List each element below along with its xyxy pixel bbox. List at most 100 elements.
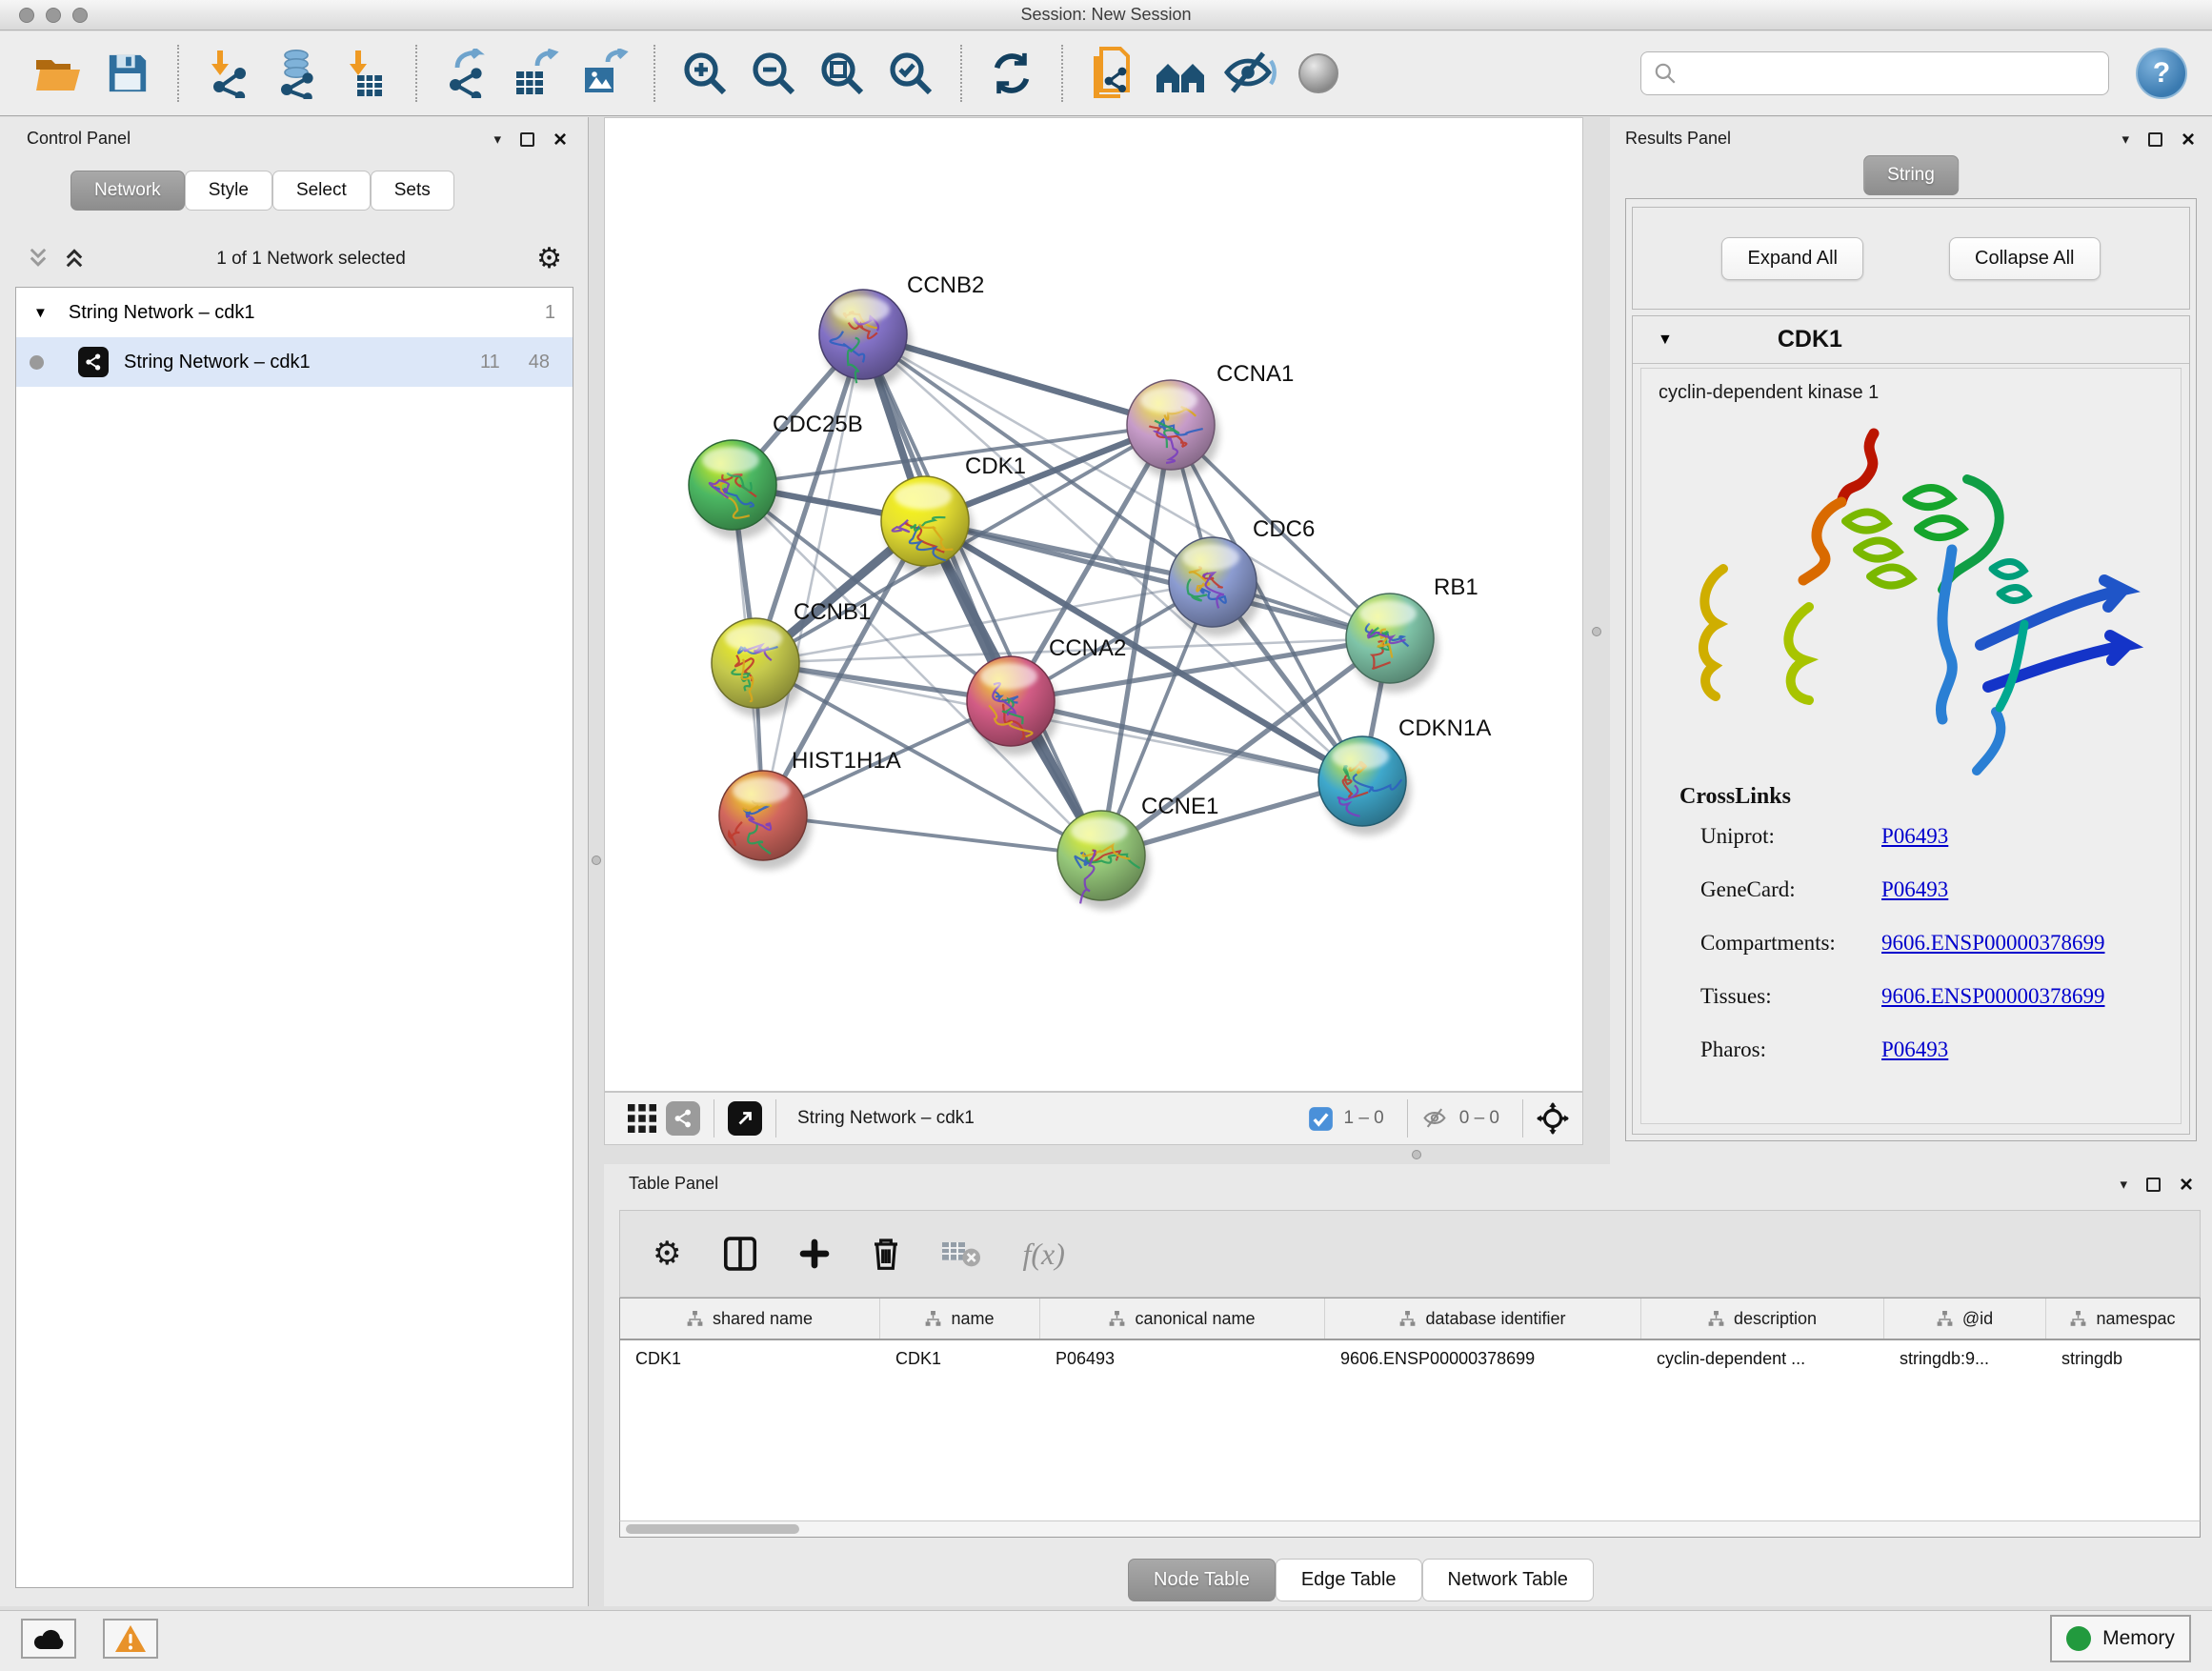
column-header[interactable]: description	[1641, 1299, 1884, 1339]
collapse-all-button[interactable]: Collapse All	[1949, 237, 2101, 280]
expand-all-networks-icon[interactable]	[63, 247, 86, 272]
column-header[interactable]: shared name	[620, 1299, 880, 1339]
results-panel-float-icon[interactable]	[2148, 132, 2162, 147]
toolbar-separator	[177, 45, 179, 102]
birds-eye-crosshair-icon[interactable]	[1537, 1102, 1569, 1135]
table-row[interactable]: CDK1 CDK1 P06493 9606.ENSP00000378699 cy…	[620, 1340, 2200, 1380]
node-collapse-icon[interactable]: ▼	[1658, 332, 1673, 349]
table-horizontal-scrollbar[interactable]	[619, 1520, 2201, 1538]
collection-expand-icon[interactable]: ▼	[33, 305, 48, 321]
control-panel: Control Panel ▾ × Network Style Select S…	[0, 117, 589, 1606]
column-header[interactable]: canonical name	[1040, 1299, 1325, 1339]
table-panel-close-icon[interactable]: ×	[2180, 1178, 2193, 1192]
export-table-icon[interactable]	[509, 47, 562, 100]
crosslink-label: Uniprot:	[1700, 824, 1881, 849]
open-session-icon[interactable]	[32, 47, 86, 100]
results-panel: Results Panel ▾ × String Expand All Coll…	[1610, 117, 2212, 1164]
grid-view-icon[interactable]	[628, 1104, 656, 1133]
tab-node-table[interactable]: Node Table	[1128, 1559, 1276, 1601]
node-details-header[interactable]: ▼ CDK1	[1633, 316, 2189, 364]
control-panel-float-icon[interactable]	[520, 132, 534, 147]
collection-count: 1	[545, 302, 555, 324]
add-column-icon[interactable]	[799, 1238, 830, 1269]
import-network-icon[interactable]	[202, 47, 255, 100]
search-icon	[1653, 61, 1678, 86]
main-toolbar: ?	[0, 31, 2212, 116]
crosslink-link[interactable]: 9606.ENSP00000378699	[1881, 984, 2105, 1009]
toolbar-separator	[415, 45, 417, 102]
memory-button[interactable]: Memory	[2050, 1615, 2191, 1662]
clear-table-icon[interactable]	[942, 1239, 980, 1268]
function-builder-icon[interactable]: f(x)	[1022, 1237, 1064, 1272]
zoom-in-icon[interactable]	[678, 47, 732, 100]
refresh-icon[interactable]	[985, 47, 1038, 100]
string-view-icon[interactable]	[666, 1101, 700, 1136]
table-panel-float-icon[interactable]	[2146, 1178, 2161, 1192]
hidden-eye-icon[interactable]	[1421, 1106, 1450, 1131]
detach-view-icon[interactable]	[728, 1101, 762, 1136]
cloud-status-button[interactable]	[21, 1619, 76, 1659]
clone-network-icon[interactable]	[1086, 47, 1139, 100]
tab-string[interactable]: String	[1863, 155, 1959, 195]
crosslink-link[interactable]: 9606.ENSP00000378699	[1881, 931, 2105, 956]
left-splitter[interactable]	[589, 117, 604, 1606]
tab-network[interactable]: Network	[70, 171, 185, 211]
selected-checkbox-icon[interactable]	[1308, 1106, 1334, 1132]
tab-edge-table[interactable]: Edge Table	[1276, 1559, 1422, 1601]
node-description: cyclin-dependent kinase 1	[1641, 369, 2181, 404]
network-collection-row[interactable]: ▼ String Network – cdk1 1	[16, 288, 573, 337]
collapse-all-networks-icon[interactable]	[27, 247, 50, 272]
tab-style[interactable]: Style	[185, 171, 272, 211]
network-node-count: 11	[480, 352, 500, 373]
zoom-fit-icon[interactable]	[815, 47, 869, 100]
help-button[interactable]: ?	[2136, 48, 2187, 99]
table-options-gear-icon[interactable]: ⚙	[653, 1238, 681, 1270]
results-panel-menu-icon[interactable]: ▾	[2122, 131, 2129, 148]
import-network-from-database-icon[interactable]	[271, 47, 324, 100]
tab-network-table[interactable]: Network Table	[1422, 1559, 1594, 1601]
title-bar: Session: New Session	[0, 0, 2212, 30]
network-view-title: String Network – cdk1	[797, 1108, 975, 1129]
import-table-icon[interactable]	[339, 47, 392, 100]
zoom-selected-icon[interactable]	[884, 47, 937, 100]
control-panel-menu-icon[interactable]: ▾	[493, 131, 501, 148]
network-row-selected[interactable]: String Network – cdk1 11 48	[16, 337, 573, 387]
status-bar: Memory	[0, 1610, 2212, 1671]
column-header[interactable]: namespac	[2046, 1299, 2200, 1339]
svg-text:CCNE1: CCNE1	[1141, 794, 1218, 819]
table-panel-title: Table Panel	[629, 1174, 718, 1194]
control-panel-title: Control Panel	[27, 129, 131, 149]
column-header[interactable]: database identifier	[1325, 1299, 1641, 1339]
column-header[interactable]: @id	[1884, 1299, 2046, 1339]
crosslink-row: Pharos: P06493	[1700, 1037, 1948, 1062]
control-panel-close-icon[interactable]: ×	[553, 132, 567, 147]
home-networks-icon[interactable]	[1155, 47, 1208, 100]
delete-column-icon[interactable]	[872, 1237, 900, 1271]
hide-graphics-details-icon[interactable]	[1223, 47, 1277, 100]
network-canvas[interactable]: CCNB2CCNA1CDC25BCDK1CDC6RB1CCNB1CCNA2CDK…	[604, 117, 1583, 1092]
show-columns-icon[interactable]	[723, 1236, 757, 1272]
search-input[interactable]	[1687, 64, 2097, 84]
save-session-icon[interactable]	[101, 47, 154, 100]
tab-sets[interactable]: Sets	[371, 171, 454, 211]
results-panel-close-icon[interactable]: ×	[2182, 132, 2195, 147]
results-panel-title: Results Panel	[1625, 129, 1731, 149]
svg-text:CDC25B: CDC25B	[773, 412, 863, 437]
search-box[interactable]	[1640, 51, 2109, 95]
crosslink-link[interactable]: P06493	[1881, 824, 1948, 849]
zoom-out-icon[interactable]	[747, 47, 800, 100]
export-network-icon[interactable]	[440, 47, 493, 100]
crosslink-link[interactable]: P06493	[1881, 1037, 1948, 1062]
scrollbar-thumb[interactable]	[626, 1524, 799, 1534]
expand-all-button[interactable]: Expand All	[1721, 237, 1863, 280]
export-image-icon[interactable]	[577, 47, 631, 100]
crosslink-link[interactable]: P06493	[1881, 877, 1948, 902]
node-name: CDK1	[1778, 326, 1842, 353]
table-panel-menu-icon[interactable]: ▾	[2120, 1176, 2127, 1193]
network-options-gear-icon[interactable]: ⚙	[536, 245, 562, 273]
warning-status-button[interactable]	[103, 1619, 158, 1659]
tab-select[interactable]: Select	[272, 171, 371, 211]
svg-text:CDK1: CDK1	[965, 453, 1026, 479]
right-splitter[interactable]	[1583, 117, 1610, 1164]
column-header[interactable]: name	[880, 1299, 1040, 1339]
